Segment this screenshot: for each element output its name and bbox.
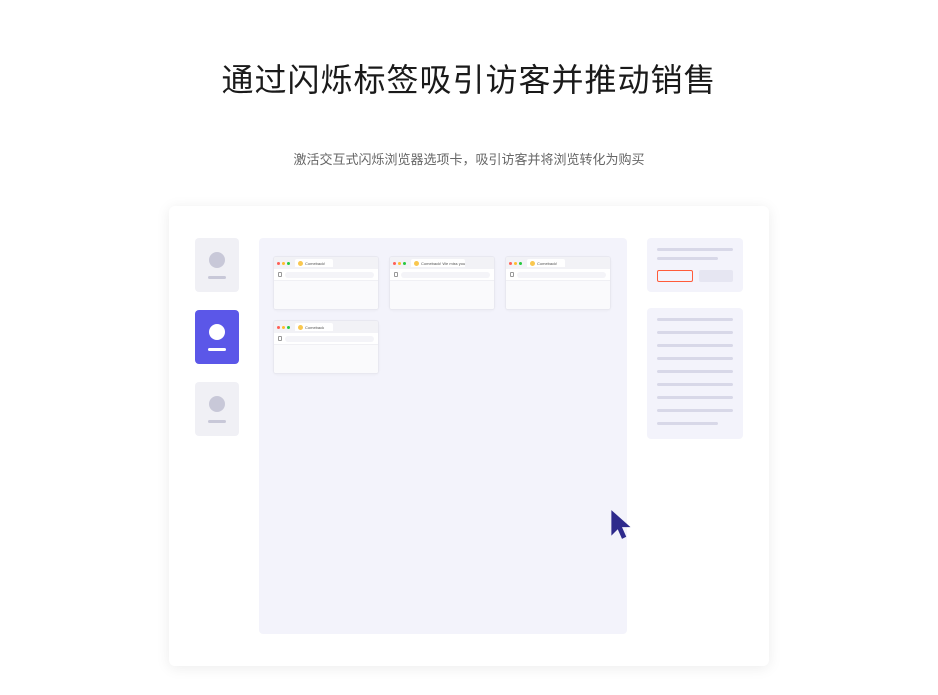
browser-address-bar (274, 269, 378, 281)
avatar-icon (209, 252, 225, 268)
text-placeholder (657, 318, 733, 321)
label-placeholder (208, 348, 226, 351)
avatar-icon (209, 396, 225, 412)
text-placeholder (657, 331, 733, 334)
traffic-minimize-icon (282, 326, 285, 329)
browser-viewport (274, 345, 378, 373)
browser-address-bar (506, 269, 610, 281)
lock-icon (394, 272, 398, 277)
side-panel (647, 238, 743, 634)
lock-icon (278, 336, 282, 341)
preview-card: Comeback! Comeback! We miss you (169, 206, 769, 666)
address-field (285, 272, 374, 278)
text-placeholder (657, 370, 733, 373)
sidebar (195, 238, 239, 634)
cta-button-secondary[interactable] (699, 270, 733, 282)
browser-tab: Comeback (295, 323, 333, 331)
tab-label: Comeback! (305, 261, 325, 266)
browser-preview[interactable]: Comeback! (505, 256, 611, 310)
text-placeholder (657, 396, 733, 399)
text-placeholder (657, 422, 718, 425)
favicon-icon (298, 261, 303, 266)
label-placeholder (208, 276, 226, 279)
favicon-icon (298, 325, 303, 330)
browser-viewport (506, 281, 610, 309)
tab-label: Comeback (305, 325, 324, 330)
browser-address-bar (390, 269, 494, 281)
traffic-zoom-icon (403, 262, 406, 265)
sidebar-option-0[interactable] (195, 238, 239, 292)
tab-label: Comeback! We miss you (421, 261, 465, 266)
address-field (517, 272, 606, 278)
label-placeholder (208, 420, 226, 423)
widget-card-secondary (647, 308, 743, 439)
browser-tabbar: Comeback! (274, 257, 378, 269)
traffic-close-icon (277, 326, 280, 329)
address-field (401, 272, 490, 278)
favicon-icon (414, 261, 419, 266)
address-field (285, 336, 374, 342)
browser-tabbar: Comeback! We miss you (390, 257, 494, 269)
traffic-close-icon (393, 262, 396, 265)
traffic-minimize-icon (514, 262, 517, 265)
widget-card-primary (647, 238, 743, 292)
sidebar-option-2[interactable] (195, 382, 239, 436)
favicon-icon (530, 261, 535, 266)
browser-tab: Comeback! (295, 259, 333, 267)
traffic-zoom-icon (287, 262, 290, 265)
tab-label: Comeback! (537, 261, 557, 266)
avatar-icon (209, 324, 225, 340)
text-placeholder (657, 248, 733, 251)
browser-viewport (390, 281, 494, 309)
page-title: 通过闪烁标签吸引访客并推动销售 (221, 55, 716, 101)
text-placeholder (657, 409, 733, 412)
traffic-minimize-icon (398, 262, 401, 265)
traffic-minimize-icon (282, 262, 285, 265)
browser-preview[interactable]: Comeback! We miss you (389, 256, 495, 310)
lock-icon (510, 272, 514, 277)
traffic-close-icon (277, 262, 280, 265)
browser-tabbar: Comeback! (506, 257, 610, 269)
preview-gallery: Comeback! Comeback! We miss you (259, 238, 627, 634)
traffic-close-icon (509, 262, 512, 265)
browser-tabbar: Comeback (274, 321, 378, 333)
browser-tab: Comeback! We miss you (411, 259, 465, 267)
text-placeholder (657, 383, 733, 386)
browser-tab: Comeback! (527, 259, 565, 267)
text-placeholder (657, 344, 733, 347)
sidebar-option-1[interactable] (195, 310, 239, 364)
text-placeholder (657, 257, 718, 260)
browser-viewport (274, 281, 378, 309)
traffic-zoom-icon (519, 262, 522, 265)
browser-preview[interactable]: Comeback (273, 320, 379, 374)
cursor-icon (609, 508, 635, 542)
browser-address-bar (274, 333, 378, 345)
browser-preview[interactable]: Comeback! (273, 256, 379, 310)
traffic-zoom-icon (287, 326, 290, 329)
cta-button-primary[interactable] (657, 270, 693, 282)
lock-icon (278, 272, 282, 277)
text-placeholder (657, 357, 733, 360)
page-subtitle: 激活交互式闪烁浏览器选项卡，吸引访客并将浏览转化为购买 (293, 149, 644, 168)
